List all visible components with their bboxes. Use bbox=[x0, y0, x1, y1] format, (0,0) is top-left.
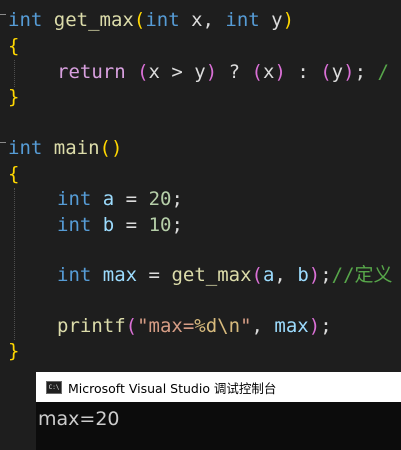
debug-console-window[interactable]: C:\ Microsoft Visual Studio 调试控制台 max=20 bbox=[36, 372, 401, 450]
code-text: , bbox=[274, 264, 298, 286]
variable: b bbox=[297, 264, 309, 286]
keyword: int bbox=[57, 188, 92, 210]
function-name: get_max bbox=[53, 9, 134, 31]
code-text: ; bbox=[171, 214, 183, 236]
console-title: Microsoft Visual Studio 调试控制台 bbox=[68, 380, 277, 396]
fold-marker-icon[interactable] bbox=[0, 142, 6, 150]
paren: ( bbox=[137, 61, 149, 83]
code-text: = bbox=[114, 214, 149, 236]
paren: ( bbox=[133, 9, 146, 31]
variable: max bbox=[274, 315, 309, 337]
console-app-icon: C:\ bbox=[46, 380, 62, 394]
variable: a bbox=[102, 188, 115, 210]
keyword: int bbox=[225, 9, 260, 31]
brace: } bbox=[8, 340, 20, 362]
code-text: ; bbox=[354, 61, 378, 83]
code-text: , bbox=[251, 315, 275, 337]
brace: } bbox=[8, 86, 20, 108]
function-name: printf bbox=[57, 315, 126, 337]
number: 10 bbox=[148, 214, 172, 236]
variable: b bbox=[102, 214, 115, 236]
indent-guide bbox=[14, 188, 15, 340]
code-text: ; bbox=[171, 188, 183, 210]
paren: ) bbox=[308, 315, 321, 337]
paren: () bbox=[99, 137, 123, 159]
code-line-6[interactable]: { bbox=[8, 162, 19, 187]
code-text: : bbox=[285, 61, 321, 83]
paren: ( bbox=[125, 315, 138, 337]
comment: //定义 bbox=[331, 264, 393, 286]
code-text: = bbox=[137, 264, 172, 286]
indent-guide bbox=[14, 60, 15, 87]
keyword-return: return bbox=[57, 61, 126, 83]
code-text: x > y bbox=[148, 61, 206, 83]
code-line-11[interactable]: } bbox=[8, 339, 19, 364]
comment: / bbox=[377, 61, 389, 83]
paren: ) bbox=[343, 61, 355, 83]
param-text: y bbox=[259, 9, 283, 31]
paren: ) bbox=[308, 264, 321, 286]
keyword: int bbox=[57, 214, 92, 236]
paren: ) bbox=[282, 9, 295, 31]
console-output: max=20 bbox=[38, 408, 120, 430]
code-text: = bbox=[114, 188, 149, 210]
code-editor[interactable]: int get_max(int x, int y) { return (x > … bbox=[0, 0, 401, 372]
keyword: int bbox=[145, 9, 180, 31]
code-line-8[interactable]: int b = 10; bbox=[57, 213, 183, 238]
console-titlebar[interactable]: C:\ Microsoft Visual Studio 调试控制台 bbox=[36, 372, 401, 402]
brace: { bbox=[8, 163, 20, 185]
paren: ( bbox=[251, 61, 263, 83]
function-name: get_max bbox=[171, 264, 252, 286]
code-text: ; bbox=[320, 264, 332, 286]
string-literal: "max= bbox=[137, 315, 195, 337]
keyword: int bbox=[57, 264, 92, 286]
paren: ( bbox=[251, 264, 263, 286]
param-text: x, bbox=[179, 9, 226, 31]
variable: max bbox=[102, 264, 138, 286]
number: 20 bbox=[148, 188, 172, 210]
paren: ) bbox=[205, 61, 218, 83]
code-line-5[interactable]: int main() bbox=[8, 136, 122, 161]
code-text: ? bbox=[217, 61, 252, 83]
fold-marker-icon[interactable] bbox=[0, 14, 6, 22]
format-specifier: %d\n bbox=[194, 315, 241, 337]
code-line-3[interactable]: return (x > y) ? (x) : (y); / bbox=[57, 60, 389, 85]
keyword: int bbox=[8, 9, 43, 31]
code-text: y bbox=[331, 61, 344, 83]
string-literal: " bbox=[240, 315, 252, 337]
paren: ) bbox=[274, 61, 286, 83]
paren: ( bbox=[320, 61, 332, 83]
code-line-7[interactable]: int a = 20; bbox=[57, 187, 183, 212]
code-line-2[interactable]: { bbox=[8, 34, 19, 59]
variable: a bbox=[262, 264, 275, 286]
code-line-9[interactable]: int max = get_max(a, b);//定义 bbox=[57, 263, 393, 288]
code-line-4[interactable]: } bbox=[8, 85, 19, 110]
code-text: x bbox=[262, 61, 275, 83]
code-line-1[interactable]: int get_max(int x, int y) bbox=[8, 8, 294, 33]
keyword: int bbox=[8, 137, 43, 159]
brace: { bbox=[8, 35, 20, 57]
function-name: main bbox=[53, 137, 100, 159]
code-line-10[interactable]: printf("max=%d\n", max); bbox=[57, 314, 332, 339]
code-text: ; bbox=[320, 315, 332, 337]
